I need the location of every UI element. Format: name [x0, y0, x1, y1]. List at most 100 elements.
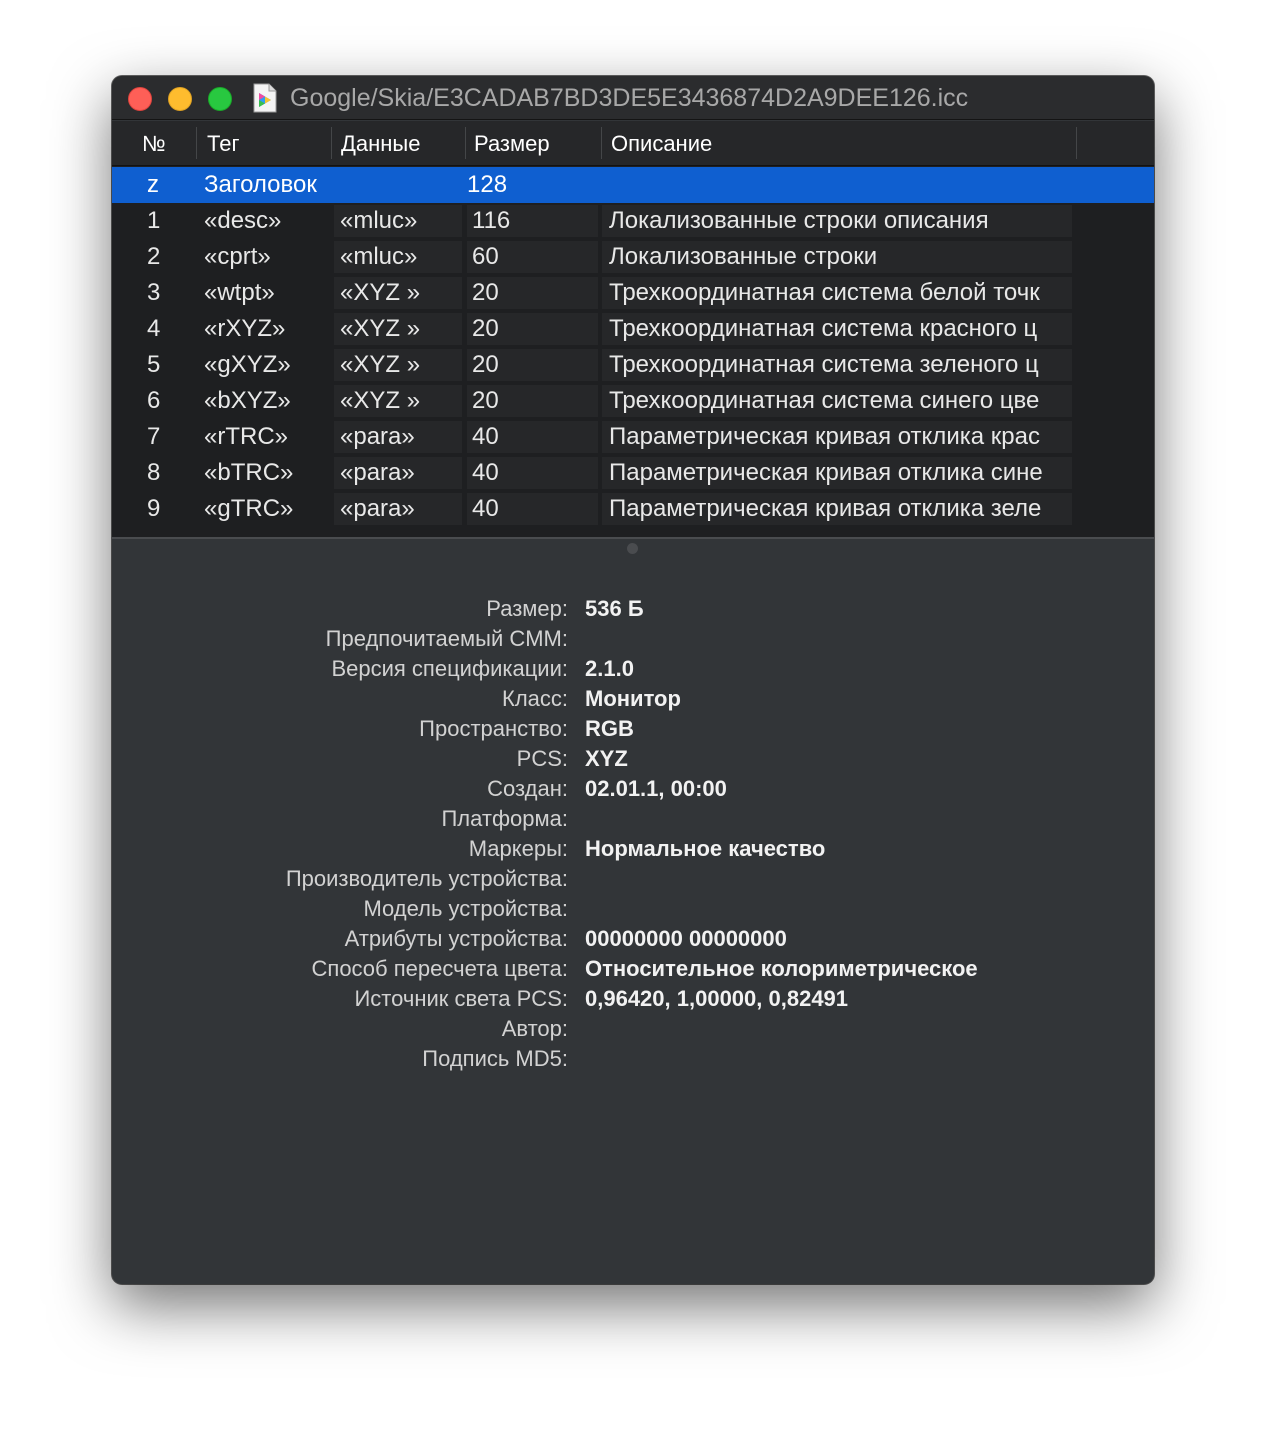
row-size: 60	[467, 241, 598, 273]
table-row[interactable]: 9 «gTRC» «para» 40 Параметрическая крива…	[112, 491, 1154, 527]
row-num: 5	[147, 351, 161, 378]
row-tag: «cprt»	[204, 243, 271, 270]
table-row[interactable]: 2 «cprt» «mluc» 60 Локализованные строки	[112, 239, 1154, 275]
row-data: «XYZ »	[334, 385, 462, 417]
row-description: Локализованные строки	[602, 241, 1072, 273]
detail-value: 0,96420, 1,00000, 0,82491	[585, 986, 849, 1011]
detail-label: PCS:	[516, 746, 568, 771]
table-row-header[interactable]: z Заголовок 128	[112, 167, 1154, 203]
split-view-divider[interactable]	[112, 537, 1154, 539]
minimize-button[interactable]	[168, 87, 192, 111]
row-description: Локализованные строки описания	[602, 205, 1072, 237]
row-size: 20	[467, 349, 598, 381]
table-row[interactable]: 1 «desc» «mluc» 116 Локализованные строк…	[112, 203, 1154, 239]
row-size: 40	[467, 493, 598, 525]
table-row[interactable]: 5 «gXYZ» «XYZ » 20 Трехкоординатная сист…	[112, 347, 1154, 383]
row-tag: «rTRC»	[204, 423, 289, 450]
detail-row-class: Класс: Монитор	[112, 684, 1154, 714]
detail-row-size: Размер: 536 Б	[112, 594, 1154, 624]
title-bar[interactable]: Google/Skia/E3CADAB7BD3DE5E3436874D2A9DE…	[112, 76, 1154, 120]
detail-row-created: Создан: 02.01.1, 00:00	[112, 774, 1154, 804]
close-button[interactable]	[128, 87, 152, 111]
row-tag: «desc»	[204, 207, 282, 234]
row-data: «mluc»	[334, 241, 462, 273]
row-description: Трехкоординатная система красного ц	[602, 313, 1072, 345]
zoom-button[interactable]	[208, 87, 232, 111]
detail-row-platform: Платформа:	[112, 804, 1154, 834]
detail-row-device-attributes: Атрибуты устройства: 00000000 00000000	[112, 924, 1154, 954]
split-view-handle[interactable]	[627, 543, 638, 554]
window-title: Google/Skia/E3CADAB7BD3DE5E3436874D2A9DE…	[290, 84, 969, 112]
row-description: Трехкоординатная система зеленого ц	[602, 349, 1072, 381]
row-data	[334, 169, 462, 201]
row-size: 128	[467, 171, 508, 198]
detail-label: Создан:	[487, 776, 568, 801]
table-row[interactable]: 6 «bXYZ» «XYZ » 20 Трехкоординатная сист…	[112, 383, 1154, 419]
column-divider[interactable]	[1076, 127, 1077, 159]
detail-row-md5-signature: Подпись MD5:	[112, 1044, 1154, 1074]
row-data: «para»	[334, 457, 462, 489]
row-tag: «rXYZ»	[204, 315, 286, 342]
detail-label: Источник света PCS:	[354, 986, 568, 1011]
detail-row-preferred-cmm: Предпочитаемый CMM:	[112, 624, 1154, 654]
detail-label: Пространство:	[419, 716, 568, 741]
column-divider[interactable]	[196, 127, 197, 159]
column-header-num[interactable]: №	[142, 121, 166, 166]
table-row[interactable]: 3 «wtpt» «XYZ » 20 Трехкоординатная сист…	[112, 275, 1154, 311]
detail-row-rendering-intent: Способ пересчета цвета: Относительное ко…	[112, 954, 1154, 984]
row-num: 6	[147, 387, 161, 414]
column-divider[interactable]	[331, 127, 332, 159]
detail-label: Предпочитаемый CMM:	[325, 626, 568, 651]
detail-value: XYZ	[585, 746, 628, 771]
row-tag: «bTRC»	[204, 459, 294, 486]
column-header-tag[interactable]: Тег	[207, 121, 239, 166]
detail-value: Относительное колориметрическое	[585, 956, 978, 981]
row-num: 8	[147, 459, 161, 486]
detail-value: RGB	[585, 716, 634, 741]
table-row[interactable]: 7 «rTRC» «para» 40 Параметрическая крива…	[112, 419, 1154, 455]
row-description: Трехкоординатная система синего цве	[602, 385, 1072, 417]
table-row[interactable]: 8 «bTRC» «para» 40 Параметрическая крива…	[112, 455, 1154, 491]
row-tag: «bXYZ»	[204, 387, 291, 414]
detail-label: Подпись MD5:	[422, 1046, 568, 1071]
detail-row-space: Пространство: RGB	[112, 714, 1154, 744]
detail-label: Автор:	[501, 1016, 568, 1041]
detail-row-flags: Маркеры: Нормальное качество	[112, 834, 1154, 864]
row-description: Трехкоординатная система белой точк	[602, 277, 1072, 309]
detail-row-spec-version: Версия спецификации: 2.1.0	[112, 654, 1154, 684]
row-size: 40	[467, 421, 598, 453]
row-size: 40	[467, 457, 598, 489]
row-size: 116	[467, 205, 598, 237]
detail-row-creator: Автор:	[112, 1014, 1154, 1044]
detail-label: Версия спецификации:	[331, 656, 568, 681]
column-header-description[interactable]: Описание	[611, 121, 712, 166]
row-num: 7	[147, 423, 161, 450]
row-tag: «gXYZ»	[204, 351, 291, 378]
column-divider[interactable]	[601, 127, 602, 159]
row-num: z	[147, 171, 159, 198]
detail-value: Монитор	[585, 686, 681, 711]
row-data: «XYZ »	[334, 349, 462, 381]
row-description: Параметрическая кривая отклика сине	[602, 457, 1072, 489]
row-description	[602, 169, 1072, 201]
detail-value: 02.01.1, 00:00	[585, 776, 727, 801]
detail-label: Размер:	[486, 596, 568, 621]
detail-label: Класс:	[502, 686, 568, 711]
table-row[interactable]: 4 «rXYZ» «XYZ » 20 Трехкоординатная сист…	[112, 311, 1154, 347]
column-divider[interactable]	[465, 127, 466, 159]
column-header-data[interactable]: Данные	[341, 121, 420, 166]
icc-profile-window: Google/Skia/E3CADAB7BD3DE5E3436874D2A9DE…	[112, 76, 1154, 1284]
row-num: 2	[147, 243, 161, 270]
row-num: 9	[147, 495, 161, 522]
row-size: 20	[467, 385, 598, 417]
row-num: 3	[147, 279, 161, 306]
column-header-size[interactable]: Размер	[474, 121, 550, 166]
detail-label: Способ пересчета цвета:	[311, 956, 568, 981]
detail-value: 00000000 00000000	[585, 926, 787, 951]
detail-row-pcs: PCS: XYZ	[112, 744, 1154, 774]
row-data: «mluc»	[334, 205, 462, 237]
detail-label: Платформа:	[441, 806, 568, 831]
row-data: «XYZ »	[334, 313, 462, 345]
tag-table[interactable]: № Тег Данные Размер Описание z Заголовок…	[112, 121, 1154, 538]
row-data: «para»	[334, 493, 462, 525]
